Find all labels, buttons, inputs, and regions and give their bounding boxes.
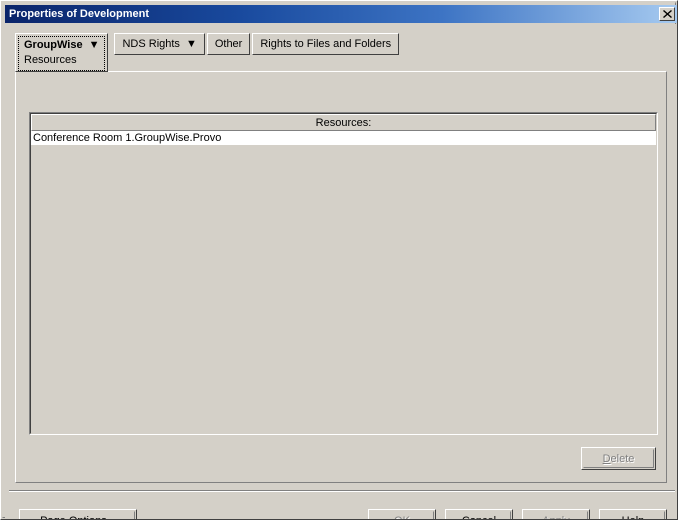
title-bar-buttons — [659, 7, 677, 21]
window-inner-frame: Properties of Development GroupWise ▼ Re… — [2, 2, 677, 519]
apply-button[interactable]: Apply — [522, 509, 590, 519]
help-button-mnemonic: H — [622, 515, 630, 520]
tab-groupwise-label: GroupWise — [24, 39, 83, 51]
resources-listbox-inner: Resources: Conference Room 1.GroupWise.P… — [30, 113, 657, 434]
page-options-button-mnemonic: P — [40, 515, 47, 520]
dialog-button-bar: Page Options... OK Cancel Apply Help — [5, 494, 677, 519]
tab-groupwise-focus-ring: GroupWise ▼ Resources — [18, 36, 106, 71]
help-button[interactable]: Help — [599, 509, 667, 520]
tab-page-panel: Resources: Conference Room 1.GroupWise.P… — [15, 71, 667, 483]
tab-other[interactable]: Other — [206, 33, 251, 55]
window-title: Properties of Development — [9, 8, 149, 20]
tab-nds-rights[interactable]: NDS Rights ▼ — [114, 33, 205, 55]
chevron-down-icon[interactable]: ▼ — [89, 39, 100, 52]
apply-button-label: Apply — [524, 511, 588, 519]
ok-button[interactable]: OK — [368, 509, 436, 519]
help-button-label: Help — [601, 511, 665, 520]
bottom-separator — [9, 490, 675, 492]
page-options-button-rest: age Options... — [47, 515, 116, 520]
properties-dialog-window: Properties of Development GroupWise ▼ Re… — [0, 0, 678, 520]
resources-list-rows: Conference Room 1.GroupWise.Provo — [31, 131, 656, 145]
page-options-button-label: Page Options... — [21, 511, 135, 520]
resources-listbox[interactable]: Resources: Conference Room 1.GroupWise.P… — [29, 112, 658, 435]
tab-rights-to-files-and-folders[interactable]: Rights to Files and Folders — [252, 33, 400, 55]
cancel-button[interactable]: Cancel — [445, 509, 513, 519]
page-options-button[interactable]: Page Options... — [19, 509, 137, 520]
tab-groupwise[interactable]: GroupWise ▼ Resources — [15, 33, 109, 72]
title-bar[interactable]: Properties of Development — [5, 5, 677, 23]
ok-button-label: OK — [370, 511, 434, 519]
delete-button[interactable]: Delete — [581, 447, 656, 470]
delete-button-label: Delete — [583, 449, 654, 468]
tab-nds-rights-label: NDS Rights — [122, 38, 180, 50]
tab-other-label: Other — [214, 38, 243, 50]
close-button[interactable] — [659, 7, 675, 21]
tab-strip: GroupWise ▼ Resources NDS Rights ▼ Other… — [15, 33, 401, 72]
dialog-client-area: GroupWise ▼ Resources NDS Rights ▼ Other… — [5, 24, 677, 519]
cancel-button-label: Cancel — [447, 511, 511, 519]
tab-groupwise-header-row: GroupWise ▼ — [24, 39, 99, 52]
chevron-down-icon[interactable]: ▼ — [186, 38, 197, 50]
resources-column-header[interactable]: Resources: — [31, 114, 656, 131]
delete-button-mnemonic: D — [602, 452, 611, 465]
list-item[interactable]: Conference Room 1.GroupWise.Provo — [31, 131, 656, 145]
tab-rights-to-files-and-folders-label: Rights to Files and Folders — [260, 38, 392, 50]
close-icon — [662, 10, 672, 18]
delete-button-rest: elete — [610, 452, 635, 465]
tab-groupwise-sublabel: Resources — [24, 54, 77, 66]
help-button-rest: elp — [630, 515, 645, 520]
